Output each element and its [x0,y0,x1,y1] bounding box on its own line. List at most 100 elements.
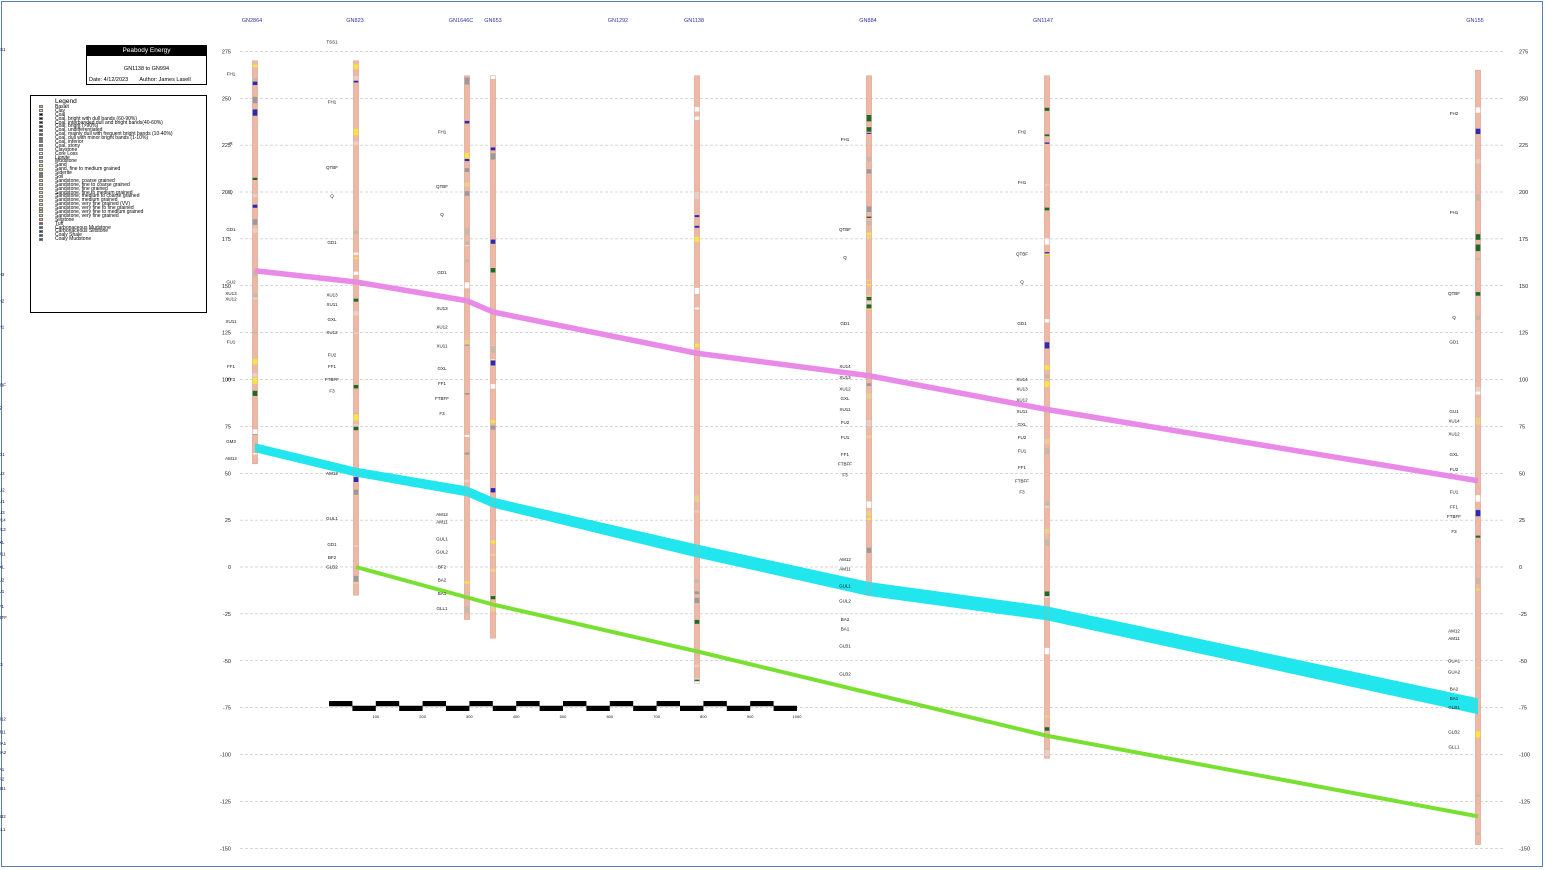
seam-label: FU1 [0,589,5,594]
legend-label: Coaly Mudstone [55,236,92,243]
legend-swatch [39,148,43,152]
lithology-band [866,132,872,134]
seam-label: FU2 [841,420,850,425]
lithology-band [353,414,359,421]
seam-label: GUL1 [326,516,338,521]
lithology-band [353,477,359,482]
lithology-band [866,279,872,282]
lithology-band [694,579,700,583]
well-name: GN653 [484,18,501,24]
lithology-band [694,597,700,604]
seam-label: GXL [0,540,5,545]
seam-label: FH1 [1450,210,1459,215]
seam-label: GUA1 [1448,658,1461,663]
seam-label: GXL [1017,422,1027,427]
lithology-band [252,390,258,396]
seam-label: XU11 [0,551,6,556]
legend-swatch [39,105,43,109]
section-subtitle: GN1138 to GN994 [123,66,170,72]
seam-label: GLB1 [0,786,6,791]
lithology-band [866,383,872,386]
seam-label: FU2 [328,353,337,358]
seam-label: FTBFF [1015,478,1029,483]
lithology-band [1044,253,1050,256]
legend-swatch [39,163,43,167]
lithology-band [353,64,359,69]
legend-swatch [39,136,43,140]
horizon-lower [355,565,1479,819]
lithology-band [1475,107,1481,113]
seam-label: XU11 [1017,409,1028,414]
lithology-band [1044,365,1050,370]
lithology-band [866,216,872,218]
lithology-band [353,311,359,316]
legend-swatch [39,113,43,117]
legend-swatch [39,167,43,171]
seam-label: FF3 [227,377,235,382]
legend-swatch [39,226,43,230]
legend-swatch [39,140,43,144]
legend-swatch [39,109,43,113]
elevation-tick-right: -75 [1519,706,1527,712]
seam-label: BA1 [841,626,850,631]
seam-label: R [229,141,233,146]
lithology-band [464,282,470,289]
seam-label: FH2 [1018,130,1027,135]
lithology-band [1044,134,1050,137]
well-name: GN1147 [1033,18,1053,24]
legend-swatch [39,229,43,233]
lithology-band [1044,238,1050,245]
elevation-tick-left: 75 [225,424,231,430]
lithology-band [353,257,359,260]
lithology-band [252,331,258,334]
lithology-band [490,239,496,244]
lithology-band [1044,505,1050,508]
scale-bar-segment [609,701,634,706]
seam-label: BA1 [438,591,447,596]
lithology-band [252,81,258,86]
seam-label: FTBFF [0,615,7,620]
elevation-tick-left: 0 [228,565,231,571]
lithology-band [464,120,470,124]
seam-label: GD1 [437,270,447,275]
elevation-tick-right: -150 [1519,846,1530,852]
seam-label: GUA2 [1448,670,1461,675]
seam-label: XU13 [0,527,6,532]
seam-label: FF1 [438,381,446,386]
legend-swatch [39,175,43,179]
seam-label: Q [330,193,334,198]
well-name: GN1292 [608,18,629,24]
seam-label: XU12 [1448,431,1460,436]
seam-label: FU2 [1018,435,1027,440]
seam-label: XU12 [225,296,237,301]
elevation-tick-left: 125 [222,331,231,337]
lithology-band [1044,184,1050,186]
elevation-tick-right: 50 [1519,471,1525,477]
lithology-band [464,228,470,235]
scale-bar-segment [399,706,423,711]
lithology-band [1475,731,1481,738]
lithology-band [464,606,470,614]
lithology-band [252,96,258,104]
lithology-band [490,596,496,600]
lithology-band [353,75,359,81]
seam-label: GLL1 [0,827,6,832]
seam-label: GXL [0,565,5,570]
legend-swatch [39,156,43,160]
seam-label: GUL1 [839,583,851,588]
lithology-band [694,107,700,112]
lithology-band [866,206,872,213]
seam-label: F3 [0,662,3,667]
lithology-band [1475,832,1481,835]
seam-label: FU1 [841,435,850,440]
lithology-band [1475,420,1481,425]
scale-bar-tick: 900 [747,714,754,719]
scale-bar-tick: 400 [513,714,520,719]
seam-label: GD1 [0,452,5,457]
seam-label: GU1 [1449,409,1459,414]
seam-label: FH1 [0,325,5,330]
seam-label: GUL2 [839,598,851,603]
seam-label: AM11 [436,520,448,525]
lithology-band [866,501,872,508]
lithology-band [694,343,700,347]
